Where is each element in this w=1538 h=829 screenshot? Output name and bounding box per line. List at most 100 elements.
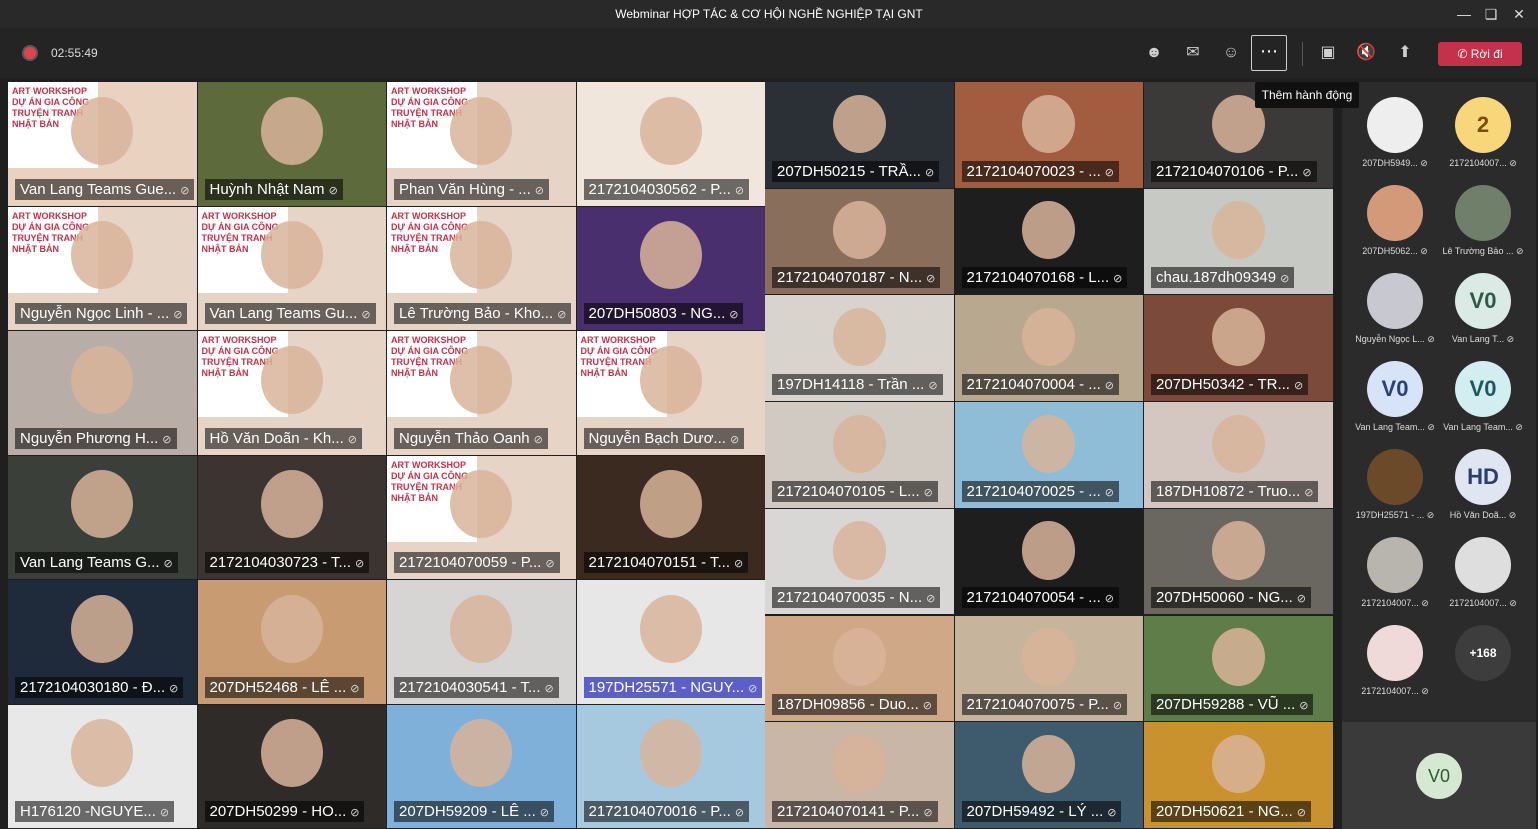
mic-muted-icon: ⊘ bbox=[328, 184, 338, 197]
video-tile[interactable]: 2172104070023 - ... ⊘ bbox=[954, 82, 1143, 188]
participant-avatar-item[interactable]: 2172104007... ⊘ bbox=[1439, 537, 1527, 625]
participant-avatar-item[interactable]: V0 Van Lang Team... ⊘ bbox=[1351, 361, 1439, 449]
participant-avatar-item[interactable]: Nguyễn Ngọc L... ⊘ bbox=[1351, 273, 1439, 361]
video-tile[interactable]: ART WORKSHOP DỰ ÁN GIA CÔNG TRUYỆN TRANH… bbox=[387, 331, 576, 455]
participant-avatar-item[interactable]: 197DH25571 - ... ⊘ bbox=[1351, 449, 1439, 537]
video-tile[interactable]: 2172104070141 - P... ⊘ bbox=[765, 722, 954, 828]
self-avatar: V0 bbox=[1416, 753, 1462, 799]
video-tile[interactable]: 2172104030723 - T... ⊘ bbox=[197, 455, 386, 579]
participant-face bbox=[1022, 94, 1076, 153]
video-tile[interactable]: 207DH50803 - NG... ⊘ bbox=[576, 206, 765, 330]
video-tile[interactable]: 197DH25571 - NGUY... ⊘ bbox=[576, 580, 765, 704]
video-tile[interactable]: ART WORKSHOP DỰ ÁN GIA CÔNG TRUYỆN TRANH… bbox=[387, 82, 576, 206]
participant-avatar-item[interactable]: 207DH5062... ⊘ bbox=[1351, 185, 1439, 273]
participant-name: 207DH50299 - HO... bbox=[209, 803, 347, 820]
mic-muted-icon: ⊘ bbox=[923, 806, 933, 819]
video-tile[interactable]: ART WORKSHOP DỰ ÁN GIA CÔNG TRUYỆN TRANH… bbox=[197, 206, 386, 330]
video-tile[interactable]: ART WORKSHOP DỰ ÁN GIA CÔNG TRUYỆN TRANH… bbox=[387, 455, 576, 579]
video-tile[interactable]: ART WORKSHOP DỰ ÁN GIA CÔNG TRUYỆN TRANH… bbox=[387, 206, 576, 330]
video-tile[interactable]: ART WORKSHOP DỰ ÁN GIA CÔNG TRUYỆN TRANH… bbox=[576, 331, 765, 455]
video-tile[interactable]: 2172104030180 - Đ... ⊘ bbox=[8, 580, 197, 704]
mic-muted-icon: ⊘ bbox=[350, 807, 360, 819]
participant-name-label: 2172104070141 - P... ⊘ bbox=[772, 800, 938, 822]
participant-name-label: 207DH50803 - NG... ⊘ bbox=[583, 303, 744, 324]
participant-name-label: Nguyễn Ngọc Linh - ... ⊘ bbox=[15, 303, 188, 324]
video-tile[interactable]: Huỳnh Nhật Nam ⊘ bbox=[197, 82, 386, 206]
video-tile[interactable]: 2172104070025 - ... ⊘ bbox=[954, 402, 1143, 508]
participant-face bbox=[71, 719, 134, 788]
video-tile[interactable]: 207DH52468 - LÊ ... ⊘ bbox=[197, 580, 386, 704]
mic-muted-icon: ⊘ bbox=[539, 807, 549, 819]
camera-off-icon[interactable]: ▣ bbox=[1313, 38, 1343, 68]
leave-button[interactable]: ✆ Rời đi bbox=[1438, 42, 1522, 66]
participant-name: Van Lang Teams Gu... bbox=[209, 305, 358, 322]
participant-name: 207DH59492 - LÝ ... bbox=[966, 802, 1104, 820]
participants-icon[interactable]: ☻ bbox=[1139, 38, 1169, 68]
video-tile[interactable]: 2172104070016 - P... ⊘ bbox=[576, 704, 765, 828]
video-tile[interactable]: 2172104070105 - L... ⊘ bbox=[765, 402, 954, 508]
participant-avatar-item[interactable]: +168 bbox=[1439, 625, 1527, 713]
video-tile[interactable]: 207DH50215 - TRẦ... ⊘ bbox=[765, 82, 954, 188]
video-tile[interactable]: 187DH10872 - Truo... ⊘ bbox=[1144, 402, 1333, 508]
mic-muted-icon: ⊘ bbox=[1304, 486, 1314, 499]
video-tile[interactable]: ART WORKSHOP DỰ ÁN GIA CÔNG TRUYỆN TRANH… bbox=[8, 82, 197, 206]
video-tile[interactable]: H176120 -NGUYE... ⊘ bbox=[8, 704, 197, 828]
video-tile[interactable]: 187DH09856 - Duo... ⊘ bbox=[765, 615, 954, 722]
share-screen-icon[interactable]: ⬆ bbox=[1390, 38, 1420, 68]
participant-avatar-item[interactable]: 207DH5949... ⊘ bbox=[1351, 97, 1439, 185]
participant-name-label: Phan Văn Hùng - ... ⊘ bbox=[394, 178, 549, 200]
reactions-icon[interactable]: ☺ bbox=[1216, 38, 1246, 68]
participant-name: 2172104030541 - T... bbox=[399, 678, 541, 696]
video-tile[interactable]: Nguyễn Phương H... ⊘ bbox=[8, 331, 197, 455]
more-actions-button[interactable]: ⋯ bbox=[1251, 35, 1287, 71]
mic-muted-icon: ⊘ bbox=[361, 309, 371, 321]
video-tile[interactable]: 2172104030562 - P... ⊘ bbox=[576, 82, 765, 206]
mic-muted-icon: ⊘ bbox=[1104, 593, 1115, 606]
participant-face bbox=[832, 94, 886, 153]
mic-muted-icon: ⊘ bbox=[1296, 806, 1306, 819]
mic-muted-icon: ⊘ bbox=[926, 273, 936, 286]
participant-avatar-item[interactable]: HD Hồ Văn Doã... ⊘ bbox=[1439, 449, 1527, 537]
minimize-icon[interactable]: — bbox=[1453, 3, 1475, 25]
video-tile[interactable]: 2172104070151 - T... ⊘ bbox=[576, 455, 765, 579]
video-tile[interactable]: 2172104070075 - P... ⊘ bbox=[954, 615, 1143, 722]
video-tile[interactable]: 2172104070187 - N... ⊘ bbox=[765, 188, 954, 295]
participant-avatar-item[interactable]: 2172104007... ⊘ bbox=[1351, 537, 1439, 625]
video-tile[interactable]: 2172104070168 - L... ⊘ bbox=[954, 188, 1143, 295]
video-tile[interactable]: chau.187dh09349 ⊘ bbox=[1144, 188, 1333, 295]
avatar-name: Lê Trường Bảo ... ⊘ bbox=[1442, 246, 1524, 256]
video-tile[interactable]: 207DH59209 - LÊ ... ⊘ bbox=[387, 704, 576, 828]
close-icon[interactable]: ✕ bbox=[1508, 3, 1530, 25]
video-tile[interactable]: Van Lang Teams G... ⊘ bbox=[8, 455, 197, 579]
participant-face bbox=[260, 221, 323, 290]
participant-face bbox=[832, 414, 886, 473]
chat-icon[interactable]: ✉ bbox=[1178, 38, 1208, 68]
video-tile[interactable]: 207DH50621 - NG... ⊘ bbox=[1144, 722, 1333, 828]
video-tile[interactable]: ART WORKSHOP DỰ ÁN GIA CÔNG TRUYỆN TRANH… bbox=[8, 206, 197, 330]
participant-name: Van Lang Teams Gue... bbox=[20, 180, 177, 198]
video-tile[interactable]: 207DH50060 - NG... ⊘ bbox=[1144, 508, 1333, 615]
video-tile[interactable]: 207DH50299 - HO... ⊘ bbox=[197, 704, 386, 828]
video-tile[interactable]: 207DH50342 - TR... ⊘ bbox=[1144, 295, 1333, 402]
participant-avatar-item[interactable]: 2172104007... ⊘ bbox=[1351, 625, 1439, 713]
video-tile[interactable]: 207DH59288 - VŨ ... ⊘ bbox=[1144, 615, 1333, 722]
video-tile[interactable]: 197DH14118 - Trần ... ⊘ bbox=[765, 295, 954, 402]
participant-face bbox=[832, 628, 886, 687]
participant-face bbox=[260, 470, 323, 539]
video-tile[interactable]: 2172104070054 - ... ⊘ bbox=[954, 508, 1143, 615]
participant-avatar-item[interactable]: 2 2172104007... ⊘ bbox=[1439, 97, 1527, 185]
participant-avatar-item[interactable]: Lê Trường Bảo ... ⊘ bbox=[1439, 185, 1527, 273]
participant-name-label: 2172104070035 - N... ⊘ bbox=[772, 587, 941, 609]
participant-avatar-item[interactable]: V0 Van Lang T... ⊘ bbox=[1439, 273, 1527, 361]
mic-muted-icon: ⊘ bbox=[729, 309, 739, 321]
video-tile[interactable]: 2172104070035 - N... ⊘ bbox=[765, 508, 954, 615]
participant-face bbox=[1211, 414, 1265, 473]
video-tile[interactable]: ART WORKSHOP DỰ ÁN GIA CÔNG TRUYỆN TRANH… bbox=[197, 331, 386, 455]
video-tile[interactable]: 2172104070004 - ... ⊘ bbox=[954, 295, 1143, 402]
video-tile[interactable]: 2172104030541 - T... ⊘ bbox=[387, 580, 576, 704]
participant-avatar-item[interactable]: V0 Van Lang Team... ⊘ bbox=[1439, 361, 1527, 449]
video-tile[interactable]: 207DH59492 - LÝ ... ⊘ bbox=[954, 722, 1143, 828]
maximize-icon[interactable]: ❏ bbox=[1480, 3, 1502, 25]
participant-face bbox=[71, 221, 134, 290]
mic-mute-icon[interactable]: 🔇 bbox=[1351, 38, 1381, 68]
